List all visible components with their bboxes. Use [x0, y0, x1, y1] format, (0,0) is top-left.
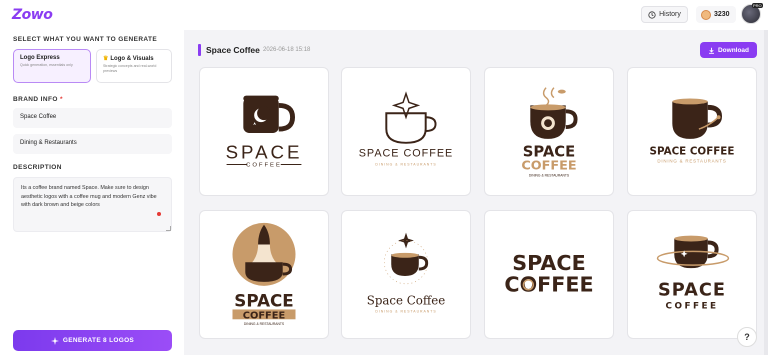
history-label: History — [659, 11, 681, 18]
logo-5-line2: COFFEE — [243, 310, 285, 321]
logo-8-line2: COFFEE — [665, 301, 718, 311]
generate-logos-button[interactable]: GENERATE 8 LOGOS — [13, 330, 172, 351]
logo-1-line1: SPACE — [226, 142, 303, 163]
history-button[interactable]: History — [641, 6, 688, 23]
description-textarea[interactable]: Its a coffee brand named Space. Make sur… — [13, 177, 172, 232]
top-bar: Zowo History 3230 PRO — [0, 0, 768, 30]
coin-icon — [701, 9, 711, 20]
logo-card-1[interactable]: SPACE COFFEE — [199, 67, 329, 196]
logo-4-image: SPACE COFFEE DINING & RESTAURANTS — [650, 98, 735, 164]
page-scrollbar[interactable] — [764, 30, 768, 355]
logo-2-line1: SPACE COFFEE — [359, 148, 454, 160]
logo-2-line2: DINING & RESTAURANTS — [375, 162, 436, 166]
logo-5-line1: SPACE — [234, 290, 293, 310]
mode-title: Logo Express — [20, 55, 60, 61]
mode-logo-express[interactable]: Logo Express Quick generation, essential… — [13, 49, 91, 83]
download-label: Download — [717, 46, 750, 54]
title-accent-bar — [198, 44, 201, 56]
crown-icon: ♛ — [103, 56, 109, 62]
help-button[interactable]: ? — [737, 327, 757, 347]
logo-8-line1: SPACE — [658, 281, 726, 301]
logo-7-line1: SPACE — [512, 251, 585, 275]
project-date: 2026-06-18 15:18 — [263, 47, 311, 53]
logo-card-3[interactable]: SPACE COFFEE DINING & RESTAURANTS — [484, 67, 614, 196]
logo-7-line2: COFFEE — [504, 273, 593, 297]
logo-1-image: SPACE COFFEE — [226, 95, 303, 168]
logo-6-line1: Space Coffee — [367, 294, 445, 308]
brand-info-title: BRAND INFO * — [13, 96, 63, 103]
logo-5-image: SPACE COFFEE DINING & RESTAURANTS — [232, 222, 296, 326]
credits-value: 3230 — [714, 11, 730, 18]
logo-3-image: SPACE COFFEE DINING & RESTAURANTS — [521, 87, 578, 177]
pro-badge: PRO — [752, 3, 763, 8]
mode-title: Logo & Visuals — [110, 55, 154, 62]
required-marker: * — [60, 96, 63, 103]
app-logo[interactable]: Zowo — [12, 7, 53, 23]
description-title: DESCRIPTION — [13, 164, 62, 171]
industry-field[interactable]: Dining & Restaurants — [13, 134, 172, 154]
project-title: Space Coffee — [206, 45, 260, 55]
generate-label: GENERATE 8 LOGOS — [62, 337, 135, 344]
spellcheck-indicator — [157, 212, 161, 216]
credits-counter[interactable]: 3230 — [696, 6, 736, 23]
download-button[interactable]: Download — [700, 42, 757, 58]
logo-1-line2: COFFEE — [246, 162, 282, 168]
mode-logo-visuals[interactable]: ♛ Logo & Visuals Strategic concepts and r… — [96, 49, 172, 83]
logo-8-image: SPACE COFFEE — [656, 235, 730, 311]
mode-subtitle: Strategic concepts and real-world previe… — [103, 64, 157, 73]
logo-6-image: Space Coffee DINING & RESTAURANTS — [367, 232, 445, 313]
sparkle-icon — [50, 336, 59, 345]
logo-4-line1: SPACE COFFEE — [650, 146, 735, 158]
logo-3-line2: COFFEE — [521, 158, 576, 173]
logo-4-line2: DINING & RESTAURANTS — [657, 159, 726, 164]
logo-7-image: SPACE COFFEE — [504, 251, 593, 297]
brand-name-field[interactable]: Space Coffee — [13, 108, 172, 128]
logo-card-8[interactable]: SPACE COFFEE — [627, 210, 757, 339]
logo-6-line2: DINING & RESTAURANTS — [375, 309, 436, 313]
logo-card-2[interactable]: SPACE COFFEE DINING & RESTAURANTS — [341, 67, 471, 196]
logo-card-6[interactable]: Space Coffee DINING & RESTAURANTS — [341, 210, 471, 339]
resize-handle[interactable] — [166, 226, 171, 231]
logo-2-image: SPACE COFFEE DINING & RESTAURANTS — [359, 91, 454, 166]
mode-subtitle: Quick generation, essentials only — [20, 63, 73, 67]
logo-card-7[interactable]: SPACE COFFEE — [484, 210, 614, 339]
select-section-title: SELECT WHAT YOU WANT TO GENERATE — [13, 36, 158, 43]
clock-icon — [648, 10, 656, 19]
logo-card-5[interactable]: SPACE COFFEE DINING & RESTAURANTS — [199, 210, 329, 339]
logo-5-line3: DINING & RESTAURANTS — [244, 322, 285, 326]
logo-card-4[interactable]: SPACE COFFEE DINING & RESTAURANTS — [627, 67, 757, 196]
logo-3-line3: DINING & RESTAURANTS — [529, 173, 570, 177]
download-icon — [709, 47, 714, 54]
